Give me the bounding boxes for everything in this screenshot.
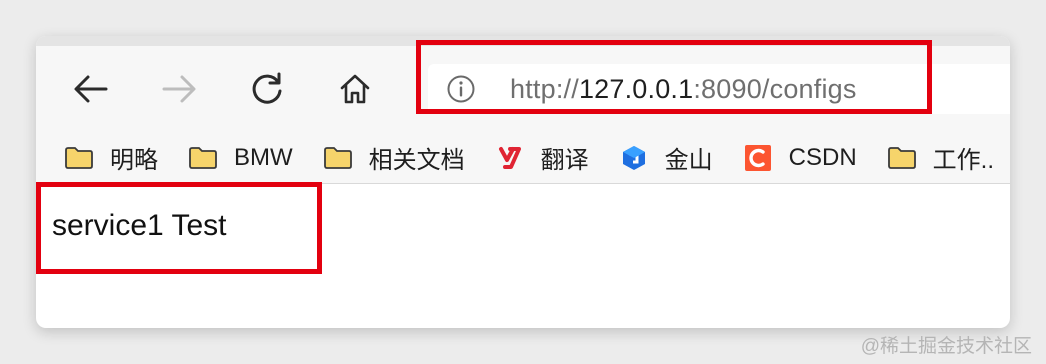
back-arrow-icon xyxy=(74,75,108,103)
reload-button[interactable] xyxy=(246,68,288,110)
forward-arrow-icon xyxy=(162,75,196,103)
bookmark-item[interactable]: 翻译 xyxy=(495,140,589,175)
bookmark-label: 工作.. xyxy=(932,147,995,174)
window-titlebar xyxy=(36,36,1010,46)
url-path: :8090/configs xyxy=(693,73,857,104)
bookmark-label: 明略 xyxy=(110,147,158,174)
info-icon[interactable] xyxy=(446,74,476,104)
forward-button[interactable] xyxy=(158,68,200,110)
address-bar[interactable]: http://127.0.0.1:8090/configs xyxy=(428,64,1010,114)
watermark-text: @稀土掘金技术社区 xyxy=(860,336,1032,357)
kingsoft-icon xyxy=(619,145,649,171)
bookmark-label: 金山 xyxy=(664,147,713,174)
browser-window: http://127.0.0.1:8090/configs 明略 BMW 相关文… xyxy=(36,36,1010,328)
bookmark-label: 相关文档 xyxy=(368,147,465,174)
url-text[interactable]: http://127.0.0.1:8090/configs xyxy=(510,74,857,105)
home-button[interactable] xyxy=(334,68,376,110)
folder-icon xyxy=(887,145,917,171)
home-icon xyxy=(340,74,370,104)
reload-icon xyxy=(252,72,282,104)
bookmark-item[interactable]: 工作.. xyxy=(887,140,994,175)
bookmark-label: 翻译 xyxy=(540,147,589,174)
bookmark-label: CSDN xyxy=(788,143,857,171)
bookmark-item[interactable]: 金山 xyxy=(619,140,713,175)
page-content: service1 Test xyxy=(36,185,1010,328)
url-host: 127.0.0.1 xyxy=(578,73,694,104)
youdao-icon xyxy=(495,145,525,171)
browser-toolbar: http://127.0.0.1:8090/configs xyxy=(36,46,1010,142)
folder-icon xyxy=(64,145,94,171)
url-scheme: http:// xyxy=(510,73,579,104)
back-button[interactable] xyxy=(70,68,112,110)
bookmark-item[interactable]: 明略 xyxy=(64,140,158,175)
bookmark-label: BMW xyxy=(234,143,293,171)
page-body-text: service1 Test xyxy=(52,209,227,242)
folder-icon xyxy=(323,145,353,171)
bookmark-item[interactable]: BMW xyxy=(188,144,293,172)
bookmarks-bar: 明略 BMW 相关文档 翻译 金山 CSDN 工作.. xyxy=(36,132,1010,184)
csdn-icon xyxy=(743,144,773,171)
bookmark-item[interactable]: 相关文档 xyxy=(323,140,465,175)
folder-icon xyxy=(188,145,218,171)
bookmark-item[interactable]: CSDN xyxy=(743,144,857,172)
